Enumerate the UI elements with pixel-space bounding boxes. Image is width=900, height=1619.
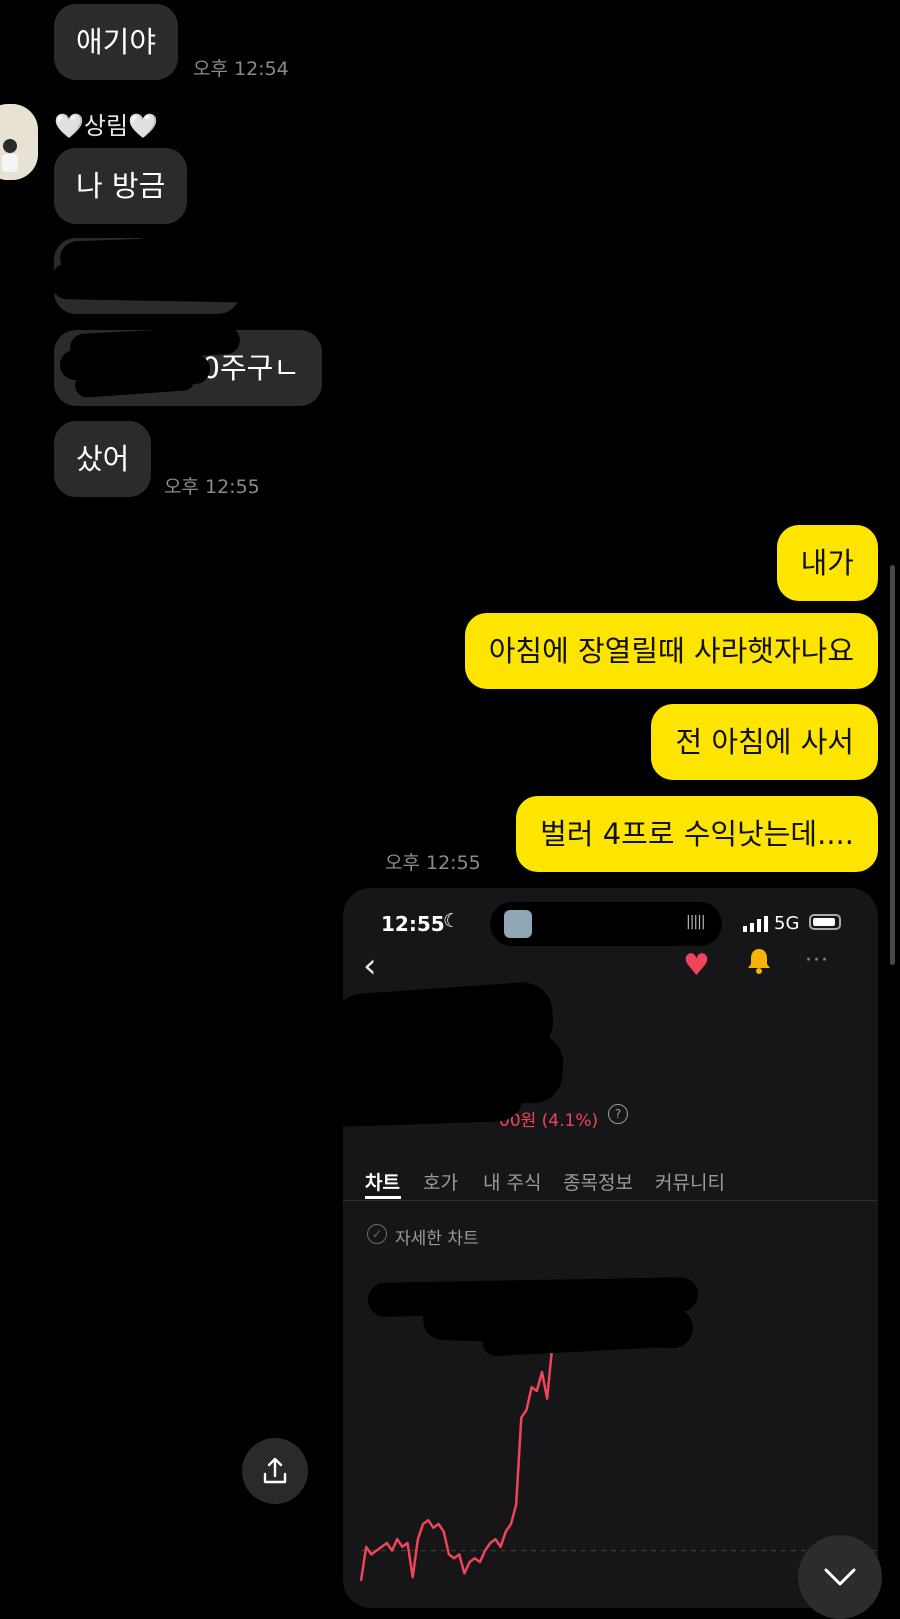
status-time: 12:55 xyxy=(381,912,445,936)
message-text: 샀어 xyxy=(76,441,130,476)
outgoing-message: 아침에 장열릴때 사라햇자나요 xyxy=(464,613,878,689)
tab-orderbook[interactable]: 호가 xyxy=(423,1168,458,1195)
message-text: 전 아침에 사서 xyxy=(675,724,854,759)
outgoing-message: 내가 xyxy=(776,525,878,601)
outgoing-message: 전 아침에 사서 xyxy=(651,704,878,780)
tab-community[interactable]: 커뮤니티 xyxy=(655,1168,725,1195)
incoming-message: 애기야 xyxy=(54,4,179,80)
message-text: 애기야 xyxy=(76,24,157,59)
album-art-icon xyxy=(504,910,532,938)
help-icon[interactable]: ? xyxy=(608,1104,628,1124)
back-icon[interactable]: ‹ xyxy=(363,946,377,986)
sender-name: 🤍상림🤍 xyxy=(54,112,158,140)
battery-icon xyxy=(809,914,841,930)
shared-image[interactable]: 12:55 ☾ ||||| 5G ‹ ♥ ··· 00원 (4.1%) ? 차트… xyxy=(343,888,878,1608)
heart-icon[interactable]: ♥ xyxy=(683,948,710,983)
dynamic-island: ||||| xyxy=(490,902,722,946)
scrollbar[interactable] xyxy=(890,565,895,965)
moon-icon: ☾ xyxy=(443,910,461,932)
network-label: 5G xyxy=(774,913,800,934)
more-icon[interactable]: ··· xyxy=(805,948,829,973)
share-icon xyxy=(263,1457,287,1484)
bell-icon[interactable] xyxy=(745,946,773,980)
active-tab-indicator xyxy=(365,1196,401,1199)
message-text: 벌러 4프로 수익낫는데.... xyxy=(540,816,854,851)
check-icon[interactable]: ✓ xyxy=(367,1224,387,1244)
redaction-mark xyxy=(343,1070,524,1128)
outgoing-message: 벌러 4프로 수익낫는데.... xyxy=(516,796,878,872)
tab-divider xyxy=(343,1200,878,1201)
incoming-message: 샀어 xyxy=(54,421,152,497)
chevron-down-icon xyxy=(824,1568,856,1586)
avatar-photo xyxy=(0,104,38,180)
scroll-down-button[interactable] xyxy=(798,1535,882,1619)
tab-chart[interactable]: 차트 xyxy=(365,1168,400,1195)
incoming-message: 나 방금 xyxy=(54,148,188,224)
message-text: 아침에 장열릴때 사라햇자나요 xyxy=(488,633,854,668)
tab-my-stock[interactable]: 내 주식 xyxy=(483,1168,541,1195)
message-time: 오후 12:55 xyxy=(385,852,481,874)
redaction-mark xyxy=(49,262,396,306)
share-button[interactable] xyxy=(242,1438,308,1504)
waveform-icon: ||||| xyxy=(686,914,706,930)
signal-icon xyxy=(743,916,769,936)
message-time: 오후 12:54 xyxy=(193,58,289,80)
message-text: 내가 xyxy=(800,545,854,580)
message-time: 오후 12:55 xyxy=(164,476,260,498)
message-text: 나 방금 xyxy=(76,168,166,203)
avatar[interactable] xyxy=(0,104,38,180)
tab-stock-info[interactable]: 종목정보 xyxy=(563,1168,633,1195)
detail-chart-label[interactable]: 자세한 차트 xyxy=(395,1224,479,1249)
